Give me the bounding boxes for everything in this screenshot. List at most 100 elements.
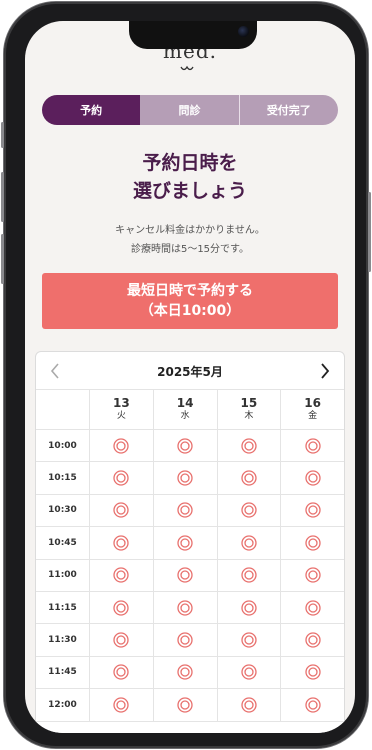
available-double-circle-icon[interactable]	[113, 697, 130, 713]
available-double-circle-icon[interactable]	[304, 632, 321, 648]
volume-up-button	[1, 172, 4, 222]
available-double-circle-icon[interactable]	[241, 632, 257, 648]
available-double-circle-icon[interactable]	[177, 567, 193, 583]
time-slot-cell[interactable]	[90, 559, 154, 591]
time-slot-cell[interactable]	[154, 591, 218, 624]
day-date: 14	[176, 395, 194, 410]
available-double-circle-icon[interactable]	[113, 567, 130, 583]
power-button	[368, 192, 371, 272]
day-header: 15 木	[218, 390, 282, 429]
time-slot-cell[interactable]	[154, 559, 218, 591]
available-double-circle-icon[interactable]	[241, 697, 257, 713]
time-slot-row: 10:45	[36, 527, 344, 560]
day-weekday: 金	[308, 410, 318, 421]
available-double-circle-icon[interactable]	[304, 599, 321, 616]
time-slot-cell[interactable]	[281, 657, 344, 688]
available-double-circle-icon[interactable]	[241, 567, 257, 583]
day-weekday: 木	[244, 410, 254, 421]
time-slot-cell[interactable]	[281, 527, 344, 558]
available-double-circle-icon[interactable]	[241, 502, 257, 519]
time-label: 10:15	[36, 462, 90, 494]
available-double-circle-icon[interactable]	[241, 535, 257, 551]
time-slot-cell[interactable]	[218, 527, 282, 559]
time-slot-row: 10:30	[36, 494, 344, 528]
available-double-circle-icon[interactable]	[241, 599, 257, 616]
time-slot-cell[interactable]	[154, 527, 218, 559]
day-date: 13	[113, 395, 130, 410]
day-weekday: 水	[180, 410, 190, 421]
time-slot-cell[interactable]	[281, 560, 344, 591]
available-double-circle-icon[interactable]	[177, 438, 193, 454]
available-double-circle-icon[interactable]	[177, 632, 193, 648]
day-header-row: 13 火 14 水 15 木 16 金	[36, 390, 344, 430]
available-double-circle-icon[interactable]	[177, 502, 193, 519]
available-double-circle-icon[interactable]	[304, 567, 321, 583]
time-slot-cell[interactable]	[90, 527, 154, 559]
available-double-circle-icon[interactable]	[241, 664, 257, 681]
time-slot-cell[interactable]	[218, 494, 282, 527]
calendar-month: 2025年5月	[157, 365, 223, 379]
available-double-circle-icon[interactable]	[177, 599, 193, 616]
time-slot-row: 10:15	[36, 462, 344, 495]
time-slot-cell[interactable]	[90, 430, 154, 462]
time-slot-cell[interactable]	[218, 559, 282, 591]
time-slot-cell[interactable]	[281, 592, 344, 623]
available-double-circle-icon[interactable]	[113, 470, 130, 486]
earliest-booking-label: 最短日時で予約する	[127, 283, 253, 299]
time-slot-cell[interactable]	[154, 689, 218, 721]
time-slot-row: 11:15	[36, 591, 344, 625]
chevron-right-icon[interactable]	[314, 361, 334, 381]
time-slot-cell[interactable]	[281, 462, 344, 493]
available-double-circle-icon[interactable]	[113, 502, 130, 519]
available-double-circle-icon[interactable]	[113, 664, 130, 681]
time-slot-cell[interactable]	[90, 494, 154, 527]
time-slot-cell[interactable]	[90, 591, 154, 624]
time-slot-cell[interactable]	[218, 624, 282, 656]
available-double-circle-icon[interactable]	[304, 502, 321, 519]
time-label: 11:30	[36, 624, 90, 656]
earliest-booking-button[interactable]: 最短日時で予約する （本日10:00）	[42, 273, 338, 329]
available-double-circle-icon[interactable]	[113, 632, 130, 648]
time-slot-cell[interactable]	[281, 495, 344, 526]
time-slot-cell[interactable]	[154, 656, 218, 689]
time-slot-cell[interactable]	[218, 689, 282, 721]
available-double-circle-icon[interactable]	[241, 470, 257, 486]
time-slot-cell[interactable]	[218, 591, 282, 624]
time-slot-cell[interactable]	[90, 462, 154, 494]
available-double-circle-icon[interactable]	[113, 535, 130, 551]
time-slot-cell[interactable]	[281, 689, 344, 720]
time-slot-cell[interactable]	[154, 430, 218, 462]
time-slot-cell[interactable]	[154, 624, 218, 656]
available-double-circle-icon[interactable]	[177, 664, 193, 681]
available-double-circle-icon[interactable]	[113, 599, 130, 616]
time-slot-cell[interactable]	[90, 624, 154, 656]
available-double-circle-icon[interactable]	[304, 664, 321, 681]
available-double-circle-icon[interactable]	[304, 438, 321, 454]
time-slot-cell[interactable]	[154, 462, 218, 494]
time-slot-cell[interactable]	[90, 656, 154, 689]
logo-smile-icon	[180, 65, 194, 71]
step-questionnaire: 問診	[140, 95, 239, 125]
available-double-circle-icon[interactable]	[177, 697, 193, 713]
time-slot-cell[interactable]	[281, 624, 344, 655]
available-double-circle-icon[interactable]	[304, 470, 321, 486]
available-double-circle-icon[interactable]	[177, 535, 193, 551]
time-slot-cell[interactable]	[90, 689, 154, 721]
time-slot-cell[interactable]	[218, 656, 282, 689]
available-double-circle-icon[interactable]	[304, 697, 321, 713]
time-slot-cell[interactable]	[218, 462, 282, 494]
day-date: 16	[304, 395, 321, 410]
available-double-circle-icon[interactable]	[304, 535, 321, 551]
page-title-line1: 予約日時を	[142, 152, 238, 174]
time-slot-cell[interactable]	[154, 494, 218, 527]
time-slot-cell[interactable]	[218, 430, 282, 462]
time-slot-row: 11:45	[36, 656, 344, 690]
available-double-circle-icon[interactable]	[241, 438, 257, 454]
time-slot-row: 11:00	[36, 559, 344, 592]
cancel-note: キャンセル料金はかかりません。	[115, 225, 265, 236]
available-double-circle-icon[interactable]	[113, 438, 130, 454]
day-header: 14 水	[154, 390, 218, 429]
time-slot-cell[interactable]	[281, 430, 344, 461]
time-label: 11:15	[36, 591, 90, 624]
available-double-circle-icon[interactable]	[177, 470, 193, 486]
